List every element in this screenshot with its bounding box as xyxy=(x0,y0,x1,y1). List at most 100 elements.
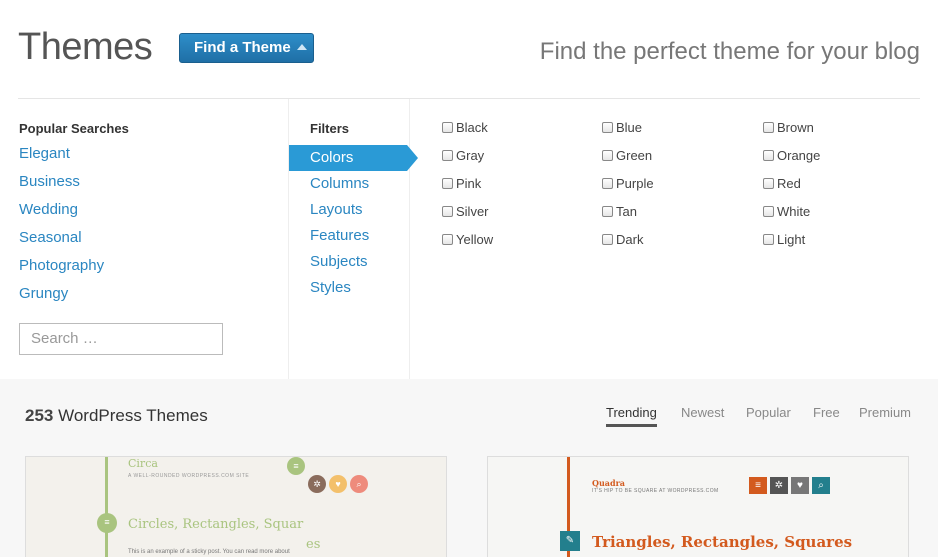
filter-subjects[interactable]: Subjects xyxy=(289,249,419,275)
theme-preview-post-title-wrap: es xyxy=(306,537,321,552)
filter-columns[interactable]: Columns xyxy=(289,171,419,197)
theme-preview-post-title: Circles, Rectangles, Squar xyxy=(128,517,304,532)
color-option-pink[interactable]: Pink xyxy=(442,176,481,192)
color-label: Green xyxy=(616,148,653,163)
page-header: Themes Find a Theme Find the perfect the… xyxy=(0,0,938,99)
checkbox[interactable] xyxy=(602,150,613,161)
checkbox[interactable] xyxy=(442,150,453,161)
color-label: Dark xyxy=(616,232,644,247)
checkbox[interactable] xyxy=(602,234,613,245)
find-a-theme-button[interactable]: Find a Theme xyxy=(179,33,314,63)
gear-icon: ✲ xyxy=(770,477,788,494)
results-count: 253 WordPress Themes xyxy=(25,406,208,426)
popular-search-wedding[interactable]: Wedding xyxy=(19,201,104,229)
search-placeholder: Search … xyxy=(31,330,98,347)
checkbox[interactable] xyxy=(442,206,453,217)
color-label: Brown xyxy=(777,120,814,135)
checkbox[interactable] xyxy=(602,206,613,217)
filter-styles[interactable]: Styles xyxy=(289,275,419,301)
color-option-tan[interactable]: Tan xyxy=(602,204,637,220)
search-icon: ⌕ xyxy=(350,475,368,493)
find-a-theme-label: Find a Theme xyxy=(194,39,291,56)
color-label: Blue xyxy=(616,120,643,135)
checkbox[interactable] xyxy=(763,150,774,161)
checkbox[interactable] xyxy=(763,122,774,133)
post-icon: ≡ xyxy=(97,513,117,533)
checkbox[interactable] xyxy=(602,178,613,189)
color-label: Tan xyxy=(616,204,637,219)
page-title: Themes xyxy=(18,26,153,68)
page-tagline: Find the perfect theme for your blog xyxy=(539,38,920,65)
sort-tab-trending[interactable]: Trending xyxy=(606,405,657,427)
color-option-blue[interactable]: Blue xyxy=(602,120,642,136)
menu-icon: ≡ xyxy=(749,477,767,494)
pin-icon: ✎ xyxy=(560,531,580,551)
filter-colors[interactable]: Colors xyxy=(289,145,418,171)
heart-icon: ♥ xyxy=(329,475,347,493)
popular-search-grungy[interactable]: Grungy xyxy=(19,285,104,313)
theme-preview-tagline: A WELL-ROUNDED WORDPRESS.COM SITE xyxy=(128,473,250,479)
heart-icon: ♥ xyxy=(791,477,809,494)
color-option-purple[interactable]: Purple xyxy=(602,176,654,192)
filters-list: Colors Columns Layouts Features Subjects… xyxy=(289,145,419,301)
filter-layouts[interactable]: Layouts xyxy=(289,197,419,223)
sort-tab-premium[interactable]: Premium xyxy=(859,405,911,420)
checkbox[interactable] xyxy=(442,178,453,189)
popular-search-elegant[interactable]: Elegant xyxy=(19,145,104,173)
popular-search-photography[interactable]: Photography xyxy=(19,257,104,285)
theme-card-quadra[interactable]: Quadra IT'S HIP TO BE SQUARE AT WORDPRES… xyxy=(487,456,909,557)
checkbox[interactable] xyxy=(763,234,774,245)
timeline-line xyxy=(105,457,108,557)
checkbox[interactable] xyxy=(602,122,613,133)
sort-tabs: Trending Newest Popular Free Premium xyxy=(604,405,914,435)
sort-tab-popular[interactable]: Popular xyxy=(746,405,791,420)
gear-icon: ✲ xyxy=(308,475,326,493)
color-label: Light xyxy=(777,232,806,247)
color-option-gray[interactable]: Gray xyxy=(442,148,484,164)
checkbox[interactable] xyxy=(442,122,453,133)
theme-preview-name: Circa xyxy=(128,457,158,470)
checkbox[interactable] xyxy=(763,178,774,189)
color-label: Gray xyxy=(456,148,485,163)
filter-features[interactable]: Features xyxy=(289,223,419,249)
sort-tab-free[interactable]: Free xyxy=(813,405,840,420)
checkbox[interactable] xyxy=(442,234,453,245)
color-option-yellow[interactable]: Yellow xyxy=(442,232,493,248)
color-options-panel: Black Blue Brown Gray Green Orange Pink … xyxy=(410,99,938,379)
popular-searches-panel: Popular Searches Elegant Business Weddin… xyxy=(0,99,288,379)
sort-tab-newest[interactable]: Newest xyxy=(681,405,724,420)
color-option-red[interactable]: Red xyxy=(763,176,801,192)
color-option-white[interactable]: White xyxy=(763,204,810,220)
filters-panel: Filters Colors Columns Layouts Features … xyxy=(288,99,418,379)
popular-searches-heading: Popular Searches xyxy=(19,121,129,136)
checkbox[interactable] xyxy=(763,206,774,217)
popular-search-seasonal[interactable]: Seasonal xyxy=(19,229,104,257)
color-label: Orange xyxy=(777,148,821,163)
color-option-brown[interactable]: Brown xyxy=(763,120,814,136)
popular-search-business[interactable]: Business xyxy=(19,173,104,201)
color-label: White xyxy=(777,204,811,219)
theme-preview-tagline: IT'S HIP TO BE SQUARE AT WORDPRESS.COM xyxy=(592,488,719,494)
results-section: 253 WordPress Themes Trending Newest Pop… xyxy=(0,379,938,557)
theme-search-input[interactable]: Search … xyxy=(19,323,223,355)
menu-icon: ≡ xyxy=(287,457,305,475)
theme-preview-post-title: Triangles, Rectangles, Squares xyxy=(592,533,853,551)
color-option-silver[interactable]: Silver xyxy=(442,204,489,220)
color-label: Black xyxy=(456,120,488,135)
theme-count-label: WordPress Themes xyxy=(58,406,208,425)
theme-preview-name: Quadra xyxy=(592,478,625,488)
color-label: Pink xyxy=(456,176,482,191)
filters-heading: Filters xyxy=(310,121,350,136)
color-option-light[interactable]: Light xyxy=(763,232,805,248)
chevron-up-icon xyxy=(296,44,307,50)
search-icon: ⌕ xyxy=(812,477,830,494)
color-label: Red xyxy=(777,176,801,191)
color-option-dark[interactable]: Dark xyxy=(602,232,643,248)
theme-card-circa[interactable]: Circa A WELL-ROUNDED WORDPRESS.COM SITE … xyxy=(25,456,447,557)
color-option-black[interactable]: Black xyxy=(442,120,488,136)
color-option-green[interactable]: Green xyxy=(602,148,652,164)
popular-searches-list: Elegant Business Wedding Seasonal Photog… xyxy=(19,145,104,313)
theme-preview-note: This is an example of a sticky post. You… xyxy=(128,549,290,555)
color-option-orange[interactable]: Orange xyxy=(763,148,820,164)
color-label: Yellow xyxy=(456,232,494,247)
